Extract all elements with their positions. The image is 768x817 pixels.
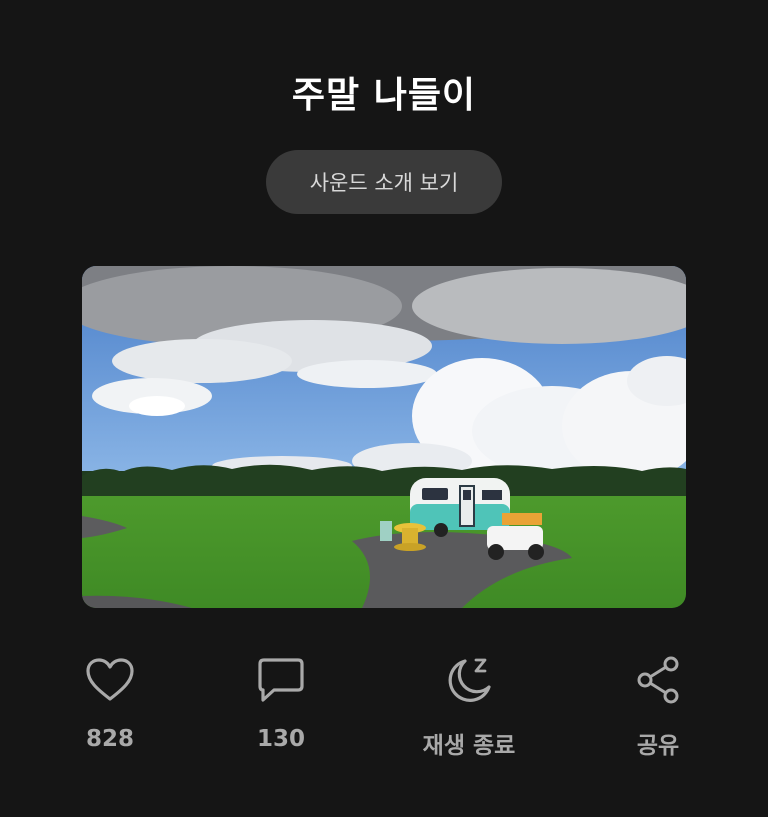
comment-action[interactable]: 130 [206,650,356,752]
heart-icon [35,650,185,710]
sleep-timer-icon [394,650,544,710]
share-action[interactable]: 공유 [583,650,733,760]
like-count: 828 [85,726,134,752]
sleep-timer-action[interactable]: 재생 종료 [394,650,544,760]
sound-intro-button[interactable]: 사운드 소개 보기 [266,150,502,214]
comment-count: 130 [256,726,305,752]
page-title: 주말 나들이 [291,75,477,116]
like-action[interactable]: 828 [35,650,185,752]
share-label: 공유 [636,733,680,759]
share-icon [583,650,733,710]
sleep-timer-label: 재생 종료 [422,733,516,759]
cover-photo [82,266,686,608]
comment-icon [206,650,356,710]
